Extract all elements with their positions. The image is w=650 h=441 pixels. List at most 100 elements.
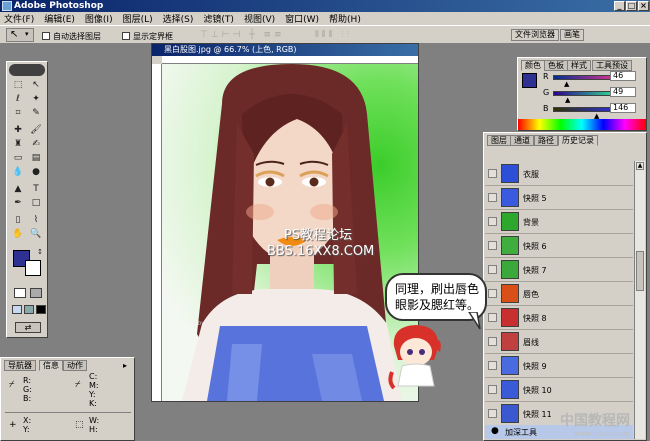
healing-brush-tool-icon[interactable]: ✚ [11, 124, 25, 137]
history-panel: 图层 通道 路径 历史记录 衣服 快照 5 背景 快照 6 快照 7 唇色 快照… [483, 132, 647, 441]
swap-colors-icon[interactable]: ↕ [33, 246, 47, 259]
b-value-field[interactable]: 146 [610, 103, 636, 113]
history-item[interactable]: 背景 [485, 210, 633, 234]
color-panel-foreground-swatch[interactable] [522, 73, 537, 88]
auto-select-checkbox[interactable] [42, 32, 50, 40]
snapshot-source-box[interactable] [488, 337, 497, 346]
background-color-swatch[interactable] [25, 260, 41, 276]
tab-color[interactable]: 颜色 [521, 60, 545, 71]
standard-mode-icon[interactable] [14, 288, 26, 298]
hand-tool-icon[interactable]: ✋ [11, 228, 25, 241]
burn-tool-icon[interactable]: ● [29, 166, 43, 179]
menu-layer[interactable]: 图层(L) [123, 12, 153, 25]
screen-mode-full-icon[interactable] [36, 305, 46, 314]
snapshot-source-box[interactable] [488, 217, 497, 226]
history-item[interactable]: 快照 8 [485, 306, 633, 330]
eraser-tool-icon[interactable]: ▭ [11, 152, 25, 165]
quick-mask-mode-icon[interactable] [30, 288, 42, 298]
brushes-tab[interactable]: 画笔 [560, 29, 584, 41]
slice-tool-icon[interactable]: ✎ [29, 107, 43, 120]
r-slider-thumb[interactable]: ▲ [564, 80, 569, 88]
scroll-up-icon[interactable]: ▲ [636, 162, 644, 170]
history-thumbnail [501, 236, 519, 255]
jump-to-imageready-icon[interactable]: ⇄ [15, 322, 41, 333]
history-item-label: 眉线 [523, 338, 539, 347]
r-value-field[interactable]: 46 [610, 71, 636, 81]
snapshot-source-box[interactable] [488, 361, 497, 370]
tab-actions[interactable]: 动作 [63, 360, 87, 371]
tab-swatches[interactable]: 色板 [544, 60, 568, 71]
tab-paths[interactable]: 路径 [534, 135, 558, 146]
gradient-tool-icon[interactable]: ▤ [29, 152, 43, 165]
menu-file[interactable]: 文件(F) [4, 12, 34, 25]
history-item[interactable]: 快照 9 [485, 354, 633, 378]
history-item[interactable]: 快照 7 [485, 258, 633, 282]
scroll-thumb[interactable] [636, 251, 644, 291]
chibi-character-illustration [388, 325, 441, 390]
type-tool-icon[interactable]: T [29, 183, 43, 196]
tab-info[interactable]: 信息 [39, 360, 63, 371]
snapshot-source-box[interactable] [488, 409, 497, 418]
adobe-logo [9, 64, 45, 76]
horizontal-ruler[interactable] [162, 56, 418, 64]
g-slider-thumb[interactable]: ▲ [565, 96, 570, 104]
close-button[interactable]: × [638, 1, 649, 11]
color-spectrum-bar[interactable] [518, 119, 646, 130]
history-scrollbar[interactable]: ▲ [634, 161, 645, 439]
notes-tool-icon[interactable]: ▯ [11, 214, 25, 227]
move-tool-preset-picker[interactable]: ↖ ▾ [6, 28, 34, 42]
history-brush-tool-icon[interactable]: ✍ [29, 138, 43, 151]
lasso-tool-icon[interactable]: ℓ [11, 93, 25, 106]
canvas-image[interactable]: PS教程论坛 BBS.16XX8.COM baby [162, 64, 418, 401]
history-item[interactable]: 快照 10 [485, 378, 633, 402]
g-value-field[interactable]: 49 [610, 87, 636, 97]
pen-tool-icon[interactable]: ✒ [11, 197, 25, 210]
zoom-tool-icon[interactable]: 🔍 [29, 228, 43, 241]
tab-navigator[interactable]: 导航器 [4, 360, 36, 371]
snapshot-source-box[interactable] [488, 385, 497, 394]
brush-tool-icon[interactable]: 🖌 [29, 124, 43, 137]
crop-tool-icon[interactable]: ⌗ [11, 107, 25, 120]
tab-tool-presets[interactable]: 工具预设 [592, 60, 632, 71]
tab-history[interactable]: 历史记录 [558, 135, 598, 146]
show-bounds-checkbox[interactable] [122, 32, 130, 40]
marquee-tool-icon[interactable]: ⬚ [11, 79, 25, 92]
eyedropper-tool-icon[interactable]: ⌇ [29, 214, 43, 227]
tab-channels[interactable]: 通道 [510, 135, 534, 146]
snapshot-source-box[interactable] [488, 241, 497, 250]
menu-edit[interactable]: 编辑(E) [44, 12, 75, 25]
magic-wand-tool-icon[interactable]: ✦ [29, 93, 43, 106]
move-tool-icon[interactable]: ↖ [29, 79, 43, 92]
history-item[interactable]: 快照 5 [485, 186, 633, 210]
history-item[interactable]: 唇色 [485, 282, 633, 306]
menu-window[interactable]: 窗口(W) [285, 12, 319, 25]
bubble-line2: 眼影及腮红等。 [395, 298, 480, 312]
snapshot-source-box[interactable] [488, 193, 497, 202]
menu-filter[interactable]: 滤镜(T) [203, 12, 234, 25]
vertical-ruler[interactable] [152, 64, 162, 401]
snapshot-source-box[interactable] [488, 313, 497, 322]
shape-tool-icon[interactable]: □ [29, 197, 43, 210]
history-item[interactable]: 快照 6 [485, 234, 633, 258]
path-selection-tool-icon[interactable]: ▲ [11, 183, 25, 196]
minimize-button[interactable]: _ [614, 1, 625, 11]
history-thumbnail [501, 284, 519, 303]
screen-mode-standard-icon[interactable] [12, 305, 22, 314]
file-browser-tab[interactable]: 文件浏览器 [511, 29, 559, 41]
menu-select[interactable]: 选择(S) [163, 12, 194, 25]
screen-mode-full-menu-icon[interactable] [24, 305, 34, 314]
snapshot-source-box[interactable] [488, 265, 497, 274]
snapshot-source-box[interactable] [488, 169, 497, 178]
tab-styles[interactable]: 样式 [567, 60, 591, 71]
snapshot-source-box[interactable] [488, 289, 497, 298]
history-item[interactable]: 眉线 [485, 330, 633, 354]
history-item[interactable]: 衣服 [485, 162, 633, 186]
menu-view[interactable]: 视图(V) [244, 12, 275, 25]
clone-stamp-tool-icon[interactable]: ♜ [11, 138, 25, 151]
panel-menu-icon[interactable]: ▸ [123, 361, 127, 370]
tab-layers[interactable]: 图层 [487, 135, 511, 146]
menu-image[interactable]: 图像(I) [85, 12, 113, 25]
maximize-button[interactable]: □ [626, 1, 637, 11]
menu-help[interactable]: 帮助(H) [329, 12, 361, 25]
blur-tool-icon[interactable]: 💧 [11, 166, 25, 179]
